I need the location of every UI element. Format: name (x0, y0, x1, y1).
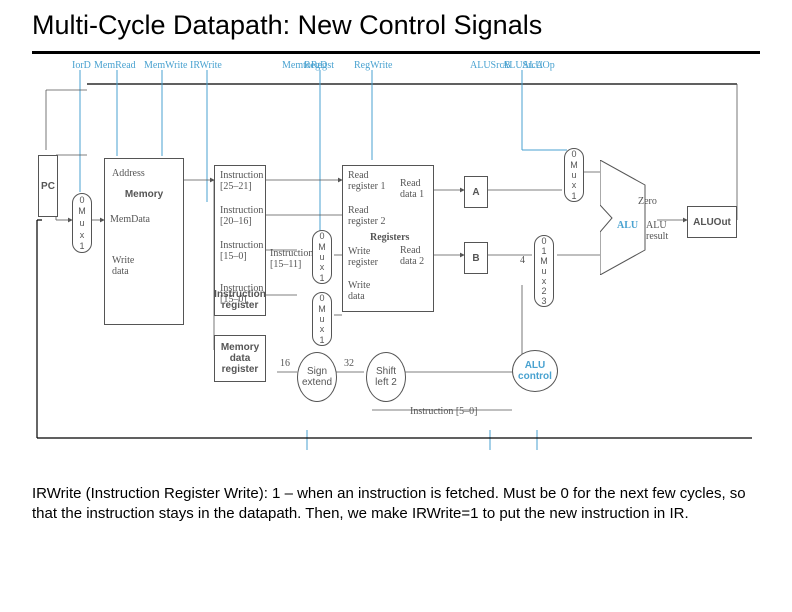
label-i150b: Instruction [15–0] (220, 283, 263, 305)
label-address: Address (112, 168, 145, 179)
block-b: B (464, 242, 488, 274)
label-writereg: Write register (348, 246, 378, 268)
alu-shape (600, 160, 660, 275)
label-i2521: Instruction [25–21] (220, 170, 263, 192)
block-signext: Sign extend (297, 352, 337, 402)
label-readreg1: Read register 1 (348, 170, 386, 192)
mux-alusrcb: 01Mux23 (534, 235, 554, 307)
label-i150: Instruction [15–0] (220, 240, 263, 262)
label-i2016: Instruction [20–16] (220, 205, 263, 227)
block-memory: Memory (104, 158, 184, 325)
label-i50: Instruction [5–0] (410, 406, 478, 417)
signal-memtoreg: MemtoReg (282, 60, 327, 71)
label-readdata2: Read data 2 (400, 245, 424, 267)
block-aluout: ALUOut (687, 206, 737, 238)
description-text: IRWrite (Instruction Register Write): 1 … (32, 484, 760, 523)
label-32: 32 (344, 358, 354, 369)
signal-regwrite: RegWrite (354, 60, 392, 71)
label-writedata2: Write data (348, 280, 370, 302)
signal-memread: MemRead (94, 60, 136, 71)
mux-iord: 0Mux1 (72, 193, 92, 253)
title-divider (32, 51, 760, 54)
label-readreg2: Read register 2 (348, 205, 386, 227)
label-zero: Zero (638, 196, 657, 207)
label-readdata1: Read data 1 (400, 178, 424, 200)
label-writedata: Write data (112, 255, 134, 277)
label-memdata: MemData (110, 214, 150, 225)
mux-alusrca: 0Mux1 (564, 148, 584, 202)
label-four: 4 (520, 255, 525, 266)
mux-regdst: 0Mux1 (312, 230, 332, 284)
label-registers: Registers (370, 232, 409, 243)
datapath-diagram: IorD MemRead MemWrite IRWrite RegDst Reg… (32, 60, 760, 478)
mux-memtoreg: 0Mux1 (312, 292, 332, 346)
label-alu: ALU (617, 220, 638, 231)
signal-alusrcb: ALUSrcB (470, 60, 511, 71)
block-mdr: Memory data register (214, 335, 266, 382)
block-a: A (464, 176, 488, 208)
block-pc: PC (38, 155, 58, 217)
signal-memwrite: MemWrite (144, 60, 187, 71)
label-16: 16 (280, 358, 290, 369)
label-i1511: Instruction [15–11] (270, 248, 313, 270)
page-title: Multi-Cycle Datapath: New Control Signal… (32, 10, 760, 41)
label-alures: ALU result (646, 220, 668, 242)
block-aluctrl: ALU control (512, 350, 558, 392)
block-shiftleft: Shift left 2 (366, 352, 406, 402)
signal-aluop: ALUOp (522, 60, 555, 71)
signal-iord: IorD (72, 60, 91, 71)
signal-irwrite: IRWrite (190, 60, 222, 71)
